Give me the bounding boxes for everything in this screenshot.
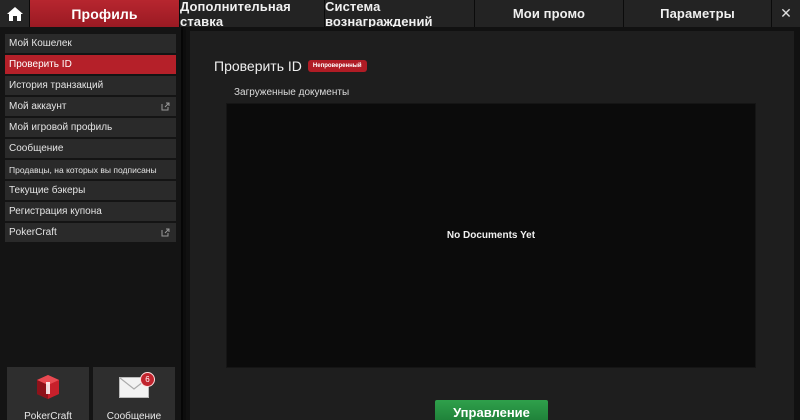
tile-label: PokerCraft: [24, 411, 72, 420]
home-button[interactable]: [0, 0, 30, 27]
sidebar-item-label: Сообщение: [9, 143, 64, 154]
sidebar-item-label: PokerCraft: [9, 227, 57, 238]
sidebar-item-my-wallet[interactable]: Мой Кошелек: [5, 34, 176, 53]
close-button[interactable]: ✕: [772, 0, 800, 27]
sidebar-menu: Мой Кошелек Проверить ID История транзак…: [5, 34, 176, 244]
tab-settings[interactable]: Параметры: [624, 0, 772, 27]
uploaded-documents-label: Загруженные документы: [234, 87, 350, 98]
tab-profile[interactable]: Профиль: [30, 0, 180, 27]
sidebar-item-coupon-registration[interactable]: Регистрация купона: [5, 202, 176, 221]
top-navigation: Профиль Дополнительная ставка Система во…: [0, 0, 800, 29]
sidebar-item-pokercraft[interactable]: PokerCraft: [5, 223, 176, 242]
sidebar-item-label: Мой игровой профиль: [9, 122, 113, 133]
page-title-text: Проверить ID: [214, 58, 302, 74]
bottom-shortcuts: PokerCraft 6 Сообщение: [7, 367, 175, 420]
pokercraft-tile[interactable]: PokerCraft: [7, 367, 89, 420]
sidebar-item-messages[interactable]: Сообщение: [5, 139, 176, 158]
unread-count-badge: 6: [140, 372, 155, 387]
sidebar-item-label: Мой Кошелек: [9, 38, 72, 49]
sidebar-item-label: Проверить ID: [9, 59, 72, 70]
sidebar-item-label: Продавцы, на которых вы подписаны: [9, 164, 157, 175]
documents-area: No Documents Yet: [226, 103, 756, 368]
main-content: Проверить ID Непроверенный Загруженные д…: [186, 27, 800, 420]
tab-my-promos[interactable]: Мои промо: [475, 0, 624, 27]
sidebar-item-game-profile[interactable]: Мой игровой профиль: [5, 118, 176, 137]
sidebar-item-verify-id[interactable]: Проверить ID: [5, 55, 176, 74]
close-icon: ✕: [780, 5, 792, 22]
external-link-icon: [161, 102, 170, 111]
home-icon: [6, 6, 23, 21]
status-badge: Непроверенный: [307, 60, 367, 72]
pokercraft-logo-icon: [37, 375, 59, 399]
sidebar-item-my-account[interactable]: Мой аккаунт: [5, 97, 176, 116]
tab-extra-bet[interactable]: Дополнительная ставка: [180, 0, 325, 29]
messages-tile[interactable]: 6 Сообщение: [93, 367, 175, 420]
sidebar-item-label: Мой аккаунт: [9, 101, 67, 112]
external-link-icon: [161, 228, 170, 237]
tile-label: Сообщение: [106, 411, 162, 420]
empty-state-text: No Documents Yet: [446, 230, 536, 241]
sidebar-item-label: Текущие бэкеры: [9, 185, 86, 196]
sidebar: Мой Кошелек Проверить ID История транзак…: [0, 27, 183, 420]
sidebar-item-label: Регистрация купона: [9, 206, 102, 217]
sidebar-item-label: История транзакций: [9, 80, 104, 91]
sidebar-item-transaction-history[interactable]: История транзакций: [5, 76, 176, 95]
sidebar-item-current-backers[interactable]: Текущие бэкеры: [5, 181, 176, 200]
page-title: Проверить ID Непроверенный: [214, 58, 367, 74]
manage-button[interactable]: Управление: [435, 400, 548, 420]
tab-rewards[interactable]: Система вознаграждений: [325, 0, 475, 29]
sidebar-item-followed-sellers[interactable]: Продавцы, на которых вы подписаны: [5, 160, 176, 179]
verify-id-panel: Проверить ID Непроверенный Загруженные д…: [190, 31, 794, 420]
